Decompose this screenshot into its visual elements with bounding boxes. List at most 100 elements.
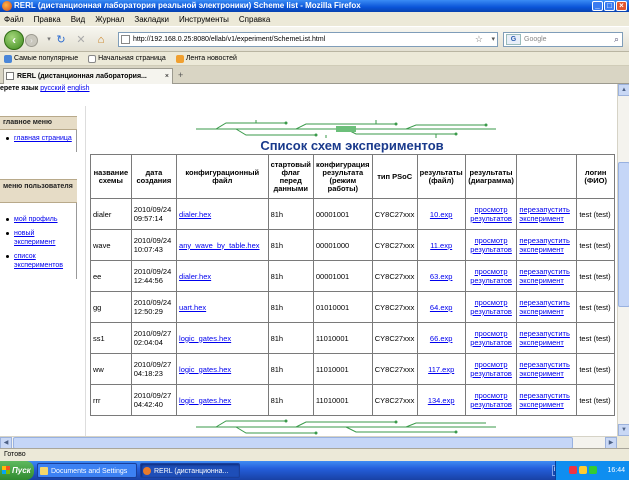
creation-date-cell-text: 2010/09/24 09:57:14 (133, 205, 172, 223)
bookmark-start-page[interactable]: Начальная страница (88, 54, 166, 63)
url-dropdown-icon[interactable]: ▾ (491, 33, 495, 46)
config-file-link[interactable]: uart.hex (179, 303, 206, 312)
menu-history[interactable]: Журнал (95, 15, 124, 24)
config-file-cell: dialer.hex (176, 260, 269, 292)
sidebar-item-experiment-list[interactable]: список экспериментов (14, 253, 63, 269)
security-tray-icon[interactable] (569, 466, 577, 474)
result-config-cell-text: 00001001 (315, 271, 350, 281)
update-tray-icon[interactable] (589, 466, 597, 474)
lang-english-link[interactable]: english (67, 85, 89, 92)
view-results-link[interactable]: просмотр результатов (470, 267, 512, 285)
config-file-link[interactable]: any_wave_by_table.hex (179, 241, 259, 250)
result-file-link[interactable]: 134.exp (425, 396, 458, 405)
forward-button[interactable]: › (25, 34, 38, 47)
scroll-up-icon[interactable]: ▲ (618, 84, 629, 96)
restart-experiment-link[interactable]: перезапустить эксперимент (519, 298, 569, 316)
creation-date-cell-text: 2010/09/24 12:44:56 (133, 267, 172, 285)
result-file-link[interactable]: 10.exp (427, 210, 456, 219)
sidebar-item-home[interactable]: главная страница (14, 135, 72, 142)
psoc-type-cell-text: CY8C27xxx (374, 333, 415, 343)
menu-bookmarks[interactable]: Закладки (134, 15, 169, 24)
view-results-link[interactable]: просмотр результатов (470, 205, 512, 223)
psoc-type-cell-text: CY8C27xxx (374, 240, 415, 250)
page-content: ерете язык русский english главное меню … (0, 84, 617, 436)
result-config-cell: 11010001 (312, 384, 373, 416)
config-file-link[interactable]: dialer.hex (179, 272, 211, 281)
new-tab-button[interactable]: + (178, 70, 183, 80)
vertical-scroll-thumb[interactable] (618, 162, 629, 307)
window-titlebar[interactable]: RERL (дистанционная лаборатория реальной… (0, 0, 629, 12)
scheme-name-cell-text: ss1 (93, 333, 105, 343)
search-placeholder: Google (524, 36, 547, 43)
reload-icon[interactable]: ↻ (54, 33, 68, 47)
creation-date-cell-text: 2010/09/24 12:50:29 (133, 298, 172, 316)
restart-experiment-link[interactable]: перезапустить эксперимент (519, 391, 569, 409)
restart-experiment-link[interactable]: перезапустить эксперимент (519, 236, 569, 254)
network-tray-icon[interactable] (579, 466, 587, 474)
restart-experiment-link[interactable]: перезапустить эксперимент (519, 267, 569, 285)
horizontal-scrollbar[interactable]: ◀ ▶ (0, 436, 617, 449)
sidebar-item-new-experiment[interactable]: новый эксперимент (14, 230, 55, 246)
minimize-button[interactable]: _ (592, 1, 603, 11)
view-results-link[interactable]: просмотр результатов (470, 360, 512, 378)
result-config-cell-text: 11010001 (315, 333, 349, 343)
restart-experiment-link[interactable]: перезапустить эксперимент (519, 329, 569, 347)
search-icon[interactable]: ⌕ (614, 33, 619, 46)
config-file-link[interactable]: logic_gates.hex (179, 334, 231, 343)
restart-experiment-link[interactable]: перезапустить эксперимент (519, 205, 569, 223)
firefox-icon (2, 1, 12, 11)
config-file-link[interactable]: dialer.hex (179, 210, 211, 219)
result-file-link[interactable]: 11.exp (427, 241, 455, 250)
language-prefix: ерете язык (0, 85, 39, 92)
result-file-link[interactable]: 66.exp (427, 334, 456, 343)
google-engine-icon[interactable]: G (506, 34, 521, 45)
scheme-name-cell-text: ww (93, 364, 104, 374)
view-results-cell: просмотр результатов (464, 291, 518, 323)
vertical-scrollbar[interactable]: ▲ ▼ (617, 84, 629, 436)
config-file-link[interactable]: logic_gates.hex (179, 396, 231, 405)
table-row: rrr 2010/09/27 04:42:40 logic_gates.hex 81h… (90, 384, 615, 416)
menu-edit[interactable]: Правка (34, 15, 61, 24)
column-header (516, 154, 578, 199)
view-results-link[interactable]: просмотр результатов (470, 236, 512, 254)
creation-date-cell-text: 2010/09/27 04:42:40 (133, 391, 172, 409)
bookmark-most-visited[interactable]: Самые популярные (4, 54, 78, 63)
taskbar-item-label: Documents and Settings (51, 468, 128, 475)
result-file-link[interactable]: 63.exp (427, 272, 456, 281)
sidebar-item-profile[interactable]: мой профиль (14, 216, 58, 223)
scheme-name-cell: ss1 (90, 322, 132, 354)
menu-tools[interactable]: Инструменты (179, 15, 229, 24)
bookmark-news-feed[interactable]: Лента новостей (175, 54, 237, 63)
column-header: результаты (диаграмма) (464, 154, 518, 199)
taskbar-item-firefox[interactable]: RERL (дистанционна... (140, 463, 240, 478)
search-input[interactable]: G Google ⌕ (503, 32, 623, 47)
stop-icon[interactable]: ✕ (74, 33, 88, 47)
restart-experiment-link[interactable]: перезапустить эксперимент (519, 360, 569, 378)
scroll-down-icon[interactable]: ▼ (618, 424, 629, 436)
close-tab-icon[interactable]: × (165, 69, 169, 84)
taskbar-item-explorer[interactable]: Documents and Settings (37, 463, 137, 478)
view-results-link[interactable]: просмотр результатов (470, 298, 512, 316)
close-button[interactable]: × (616, 1, 627, 11)
result-file-link[interactable]: 64.exp (427, 303, 456, 312)
menu-help[interactable]: Справка (239, 15, 270, 24)
home-icon[interactable]: ⌂ (94, 33, 108, 47)
menu-view[interactable]: Вид (71, 15, 85, 24)
bookmark-star-icon[interactable]: ☆ (475, 33, 483, 46)
config-file-cell: logic_gates.hex (176, 322, 269, 354)
start-button[interactable]: Пуск (0, 461, 34, 480)
result-file-link[interactable]: 117.exp (425, 365, 457, 374)
start-flag-cell: 81h (267, 353, 314, 385)
address-bar[interactable]: http://192.168.0.25:8080/ellab/v1/experi… (118, 32, 498, 47)
result-file-cell: 66.exp (416, 322, 466, 354)
view-results-cell: просмотр результатов (464, 322, 518, 354)
lang-russian-link[interactable]: русский (40, 85, 65, 92)
maximize-button[interactable]: □ (604, 1, 615, 11)
login-cell-text: test (test) (579, 240, 611, 250)
view-results-link[interactable]: просмотр результатов (470, 329, 512, 347)
config-file-link[interactable]: logic_gates.hex (179, 365, 231, 374)
menu-file[interactable]: Файл (4, 15, 24, 24)
view-results-link[interactable]: просмотр результатов (470, 391, 512, 409)
back-button[interactable]: ‹ (4, 30, 24, 50)
tab-rerl[interactable]: RERL (дистанционная лаборатория... × (3, 68, 173, 84)
